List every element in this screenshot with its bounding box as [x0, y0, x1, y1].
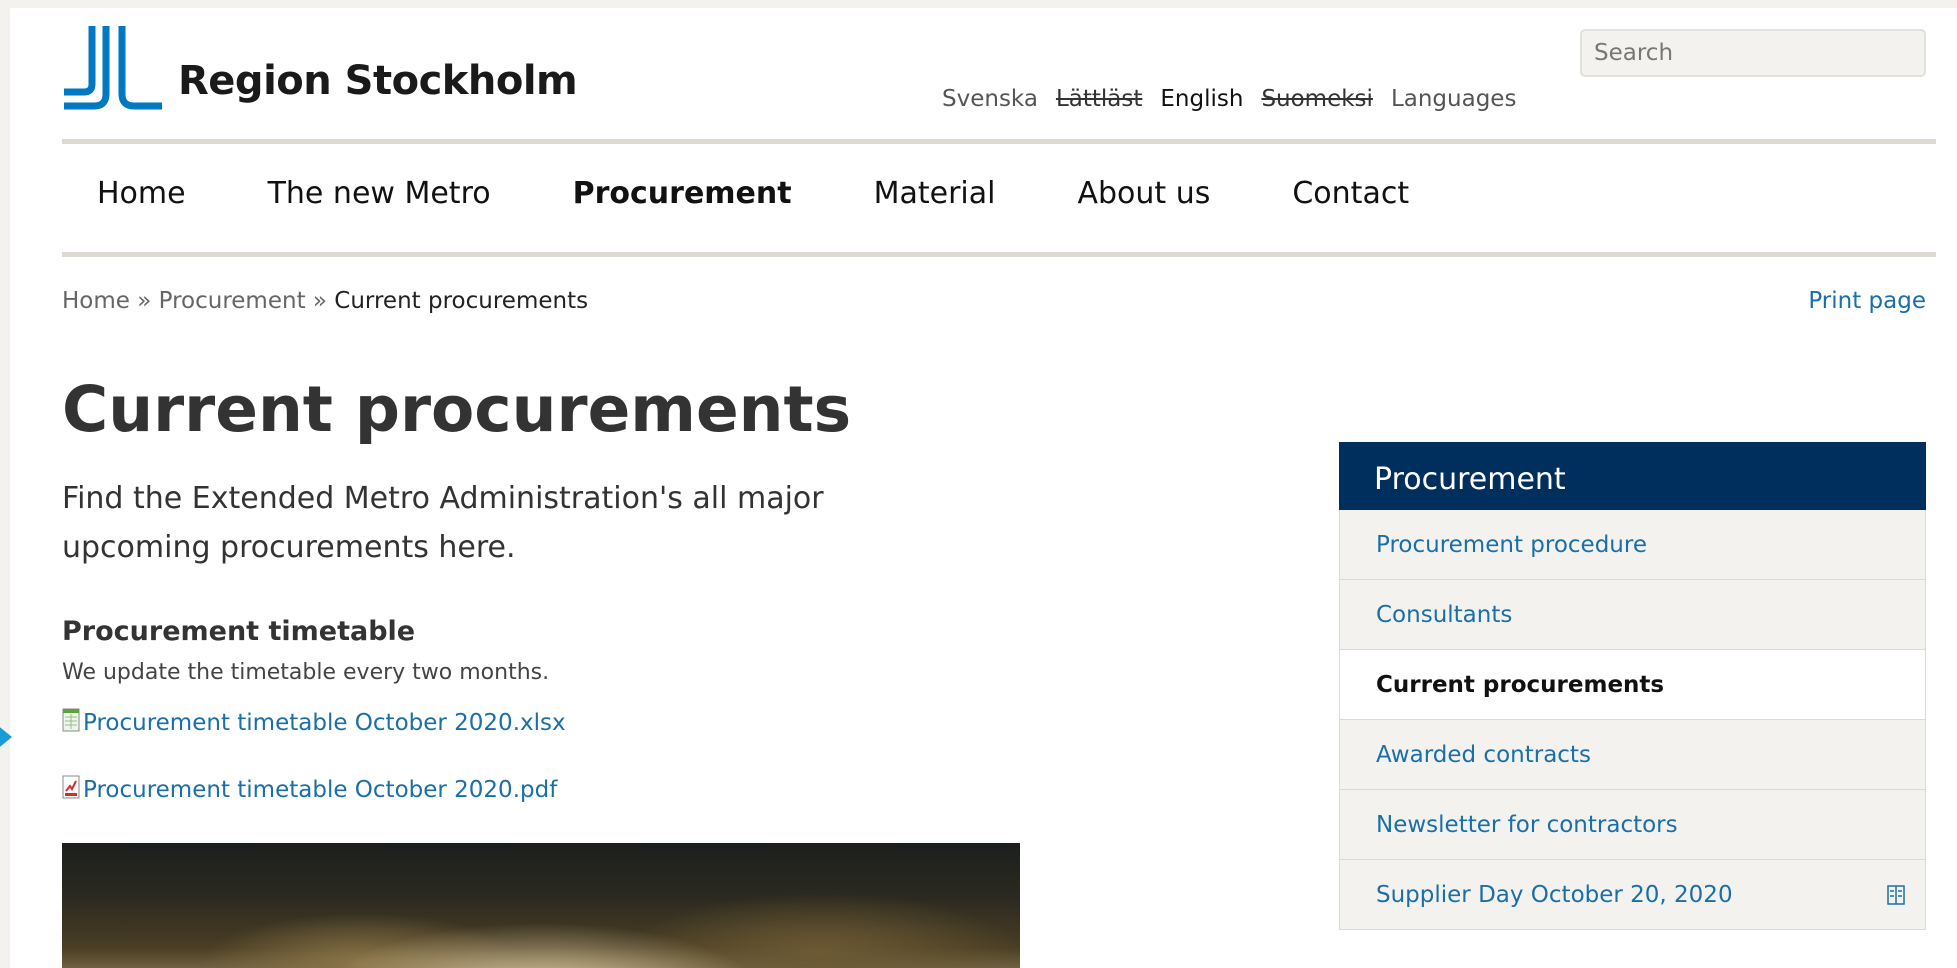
timetable-heading: Procurement timetable	[62, 616, 416, 647]
file-link-label: Procurement timetable October 2020.pdf	[83, 777, 558, 803]
intro-text: Find the Extended Metro Administration's…	[62, 481, 824, 565]
sidebar-item-newsletter[interactable]: Newsletter for contractors	[1339, 790, 1926, 860]
print-page-link[interactable]: Print page	[1808, 288, 1926, 314]
breadcrumb-separator: »	[137, 288, 152, 314]
sidebar-item-supplier-day[interactable]: Supplier Day October 20, 2020	[1339, 860, 1926, 930]
sidebar-item-awarded-contracts[interactable]: Awarded contracts	[1339, 720, 1926, 790]
timetable-pdf-link[interactable]: Procurement timetable October 2020.pdf	[62, 775, 557, 803]
nav-about-us[interactable]: About us	[1077, 176, 1210, 211]
breadcrumb-current: Current procurements	[334, 288, 589, 314]
page: Region Stockholm Svenska Lättläst Englis…	[10, 8, 1957, 968]
sidebar-item-label: Supplier Day October 20, 2020	[1376, 881, 1733, 908]
section-sidebar: Procurement Procurement procedure Consul…	[1339, 442, 1926, 930]
excel-file-icon	[62, 708, 80, 732]
lang-svenska-link[interactable]: Svenska	[942, 86, 1038, 112]
languages-link[interactable]: Languages	[1391, 86, 1517, 112]
language-bar: Svenska Lättläst English Suomeksi Langua…	[942, 86, 1516, 112]
header-divider	[62, 139, 1936, 144]
sidebar-item-procurement-procedure[interactable]: Procurement procedure	[1339, 510, 1926, 580]
breadcrumb-procurement[interactable]: Procurement	[159, 288, 306, 314]
pdf-file-icon	[62, 775, 80, 799]
breadcrumb-separator: »	[312, 288, 327, 314]
breadcrumb-home[interactable]: Home	[62, 288, 130, 314]
lang-english-link[interactable]: English	[1160, 86, 1243, 112]
nav-new-metro[interactable]: The new Metro	[268, 176, 491, 211]
page-title: Current procurements	[62, 373, 852, 446]
timetable-note: We update the timetable every two months…	[62, 660, 550, 685]
logo-text: Region Stockholm	[178, 58, 578, 104]
timetable-xlsx-link[interactable]: Procurement timetable October 2020.xlsx	[62, 708, 566, 736]
sidebar-item-consultants[interactable]: Consultants	[1339, 580, 1926, 650]
external-link-icon	[1887, 884, 1905, 905]
metro-tunnel-photo	[62, 843, 1020, 968]
nav-divider	[62, 252, 1936, 257]
sidebar-heading: Procurement	[1339, 442, 1926, 522]
nav-contact[interactable]: Contact	[1292, 176, 1409, 211]
region-stockholm-logo[interactable]: Region Stockholm	[62, 26, 578, 116]
search-input[interactable]	[1580, 29, 1926, 77]
main-nav: Home The new Metro Procurement Material …	[62, 176, 1491, 211]
nav-material[interactable]: Material	[874, 176, 996, 211]
lang-lattlast-link[interactable]: Lättläst	[1056, 86, 1142, 112]
sidebar-heading-label: Procurement	[1374, 462, 1566, 497]
logo-icon	[64, 26, 162, 110]
lang-suomeksi-link[interactable]: Suomeksi	[1261, 86, 1373, 112]
pointer-marker	[0, 703, 12, 771]
file-link-label: Procurement timetable October 2020.xlsx	[83, 710, 566, 736]
nav-procurement[interactable]: Procurement	[573, 176, 792, 211]
breadcrumb: Home » Procurement » Current procurement…	[62, 288, 588, 314]
nav-home[interactable]: Home	[97, 176, 186, 211]
sidebar-item-current-procurements[interactable]: Current procurements	[1339, 650, 1926, 720]
